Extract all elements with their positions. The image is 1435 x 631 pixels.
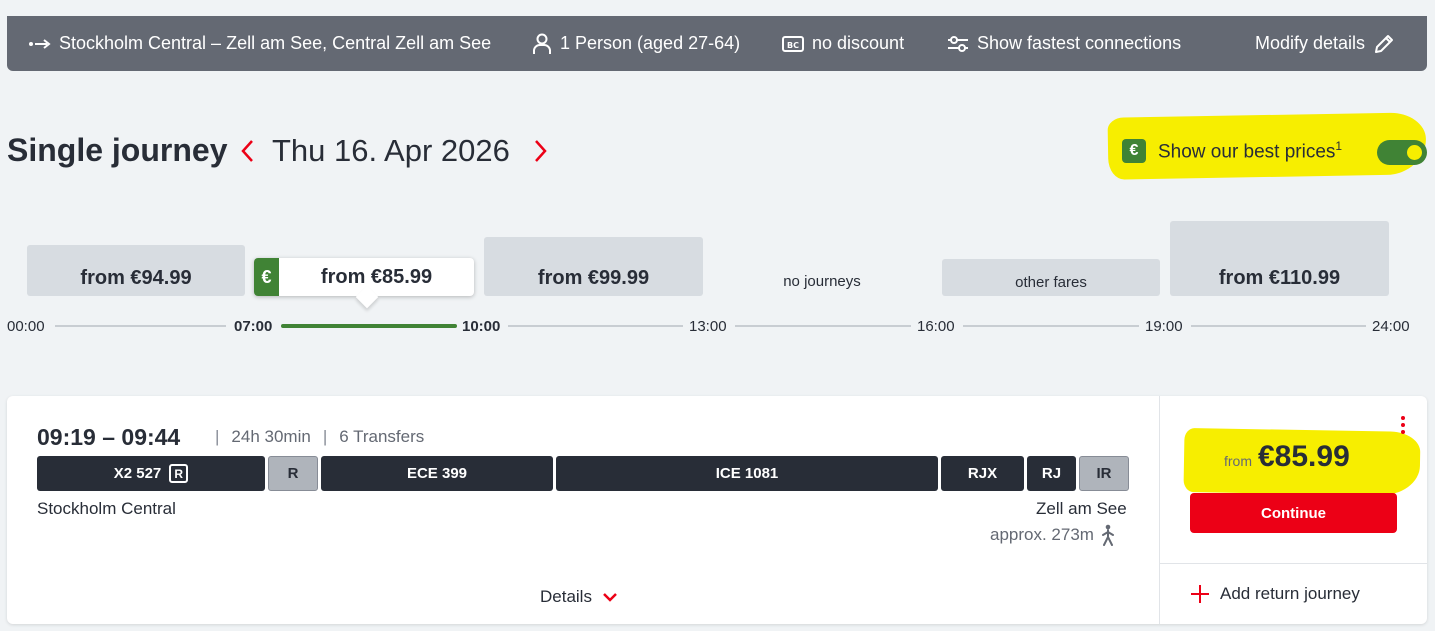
best-prices-toggle[interactable] <box>1377 140 1427 165</box>
best-prices-label-group: € Show our best prices1 <box>1122 139 1343 164</box>
axis-tick: 10:00 <box>462 318 501 335</box>
svg-text:BC: BC <box>787 41 799 50</box>
selected-pointer <box>355 285 379 309</box>
transfers: 6 Transfers <box>339 427 425 446</box>
axis-tick: 13:00 <box>689 318 727 335</box>
fare-slot-16-19[interactable]: other fares <box>942 259 1160 296</box>
price-from-label: from <box>1224 453 1252 469</box>
train-segment[interactable]: IR <box>1079 456 1129 491</box>
next-day-button[interactable] <box>532 136 550 166</box>
axis-line <box>508 325 683 327</box>
selected-date[interactable]: Thu 16. Apr 2026 <box>272 133 510 169</box>
duration: 24h 30min <box>231 427 311 446</box>
axis-tick: 24:00 <box>1372 318 1410 335</box>
fare-slot-13-16: no journeys <box>783 273 861 290</box>
euro-icon: € <box>254 258 279 296</box>
continue-button[interactable]: Continue <box>1190 493 1397 533</box>
fare-slot-07-10-selected[interactable]: € from €85.99 <box>254 258 474 309</box>
connection-price: from €85.99 <box>1224 440 1350 474</box>
filter-sliders-icon <box>948 35 968 52</box>
destination-station: Zell am See <box>1036 499 1127 518</box>
fare-slot-10-13[interactable]: from €99.99 <box>484 237 703 296</box>
page-title: Single journey <box>7 132 228 168</box>
train-segment[interactable]: X2 527 R <box>37 456 265 491</box>
walking-distance: approx. 273m <box>990 524 1116 546</box>
train-segment[interactable]: RJX <box>941 456 1024 491</box>
discount-summary: BC no discount <box>782 16 904 71</box>
walking-person-icon <box>1101 524 1114 546</box>
plus-icon <box>1191 585 1209 603</box>
axis-line <box>735 325 911 327</box>
details-label: Details <box>540 587 592 606</box>
single-journey-arrow-icon <box>29 38 51 49</box>
selected-time-range <box>281 324 457 328</box>
toggle-knob <box>1405 143 1424 162</box>
pencil-icon <box>1375 34 1394 53</box>
train-segment[interactable]: R <box>268 456 318 491</box>
reservation-badge: R <box>169 464 189 483</box>
best-prices-label: Show our best prices1 <box>1158 139 1343 163</box>
train-segment[interactable]: ICE 1081 <box>556 456 938 491</box>
passenger-text: 1 Person (aged 27-64) <box>560 33 741 53</box>
filter-text: Show fastest connections <box>977 33 1182 53</box>
chevron-left-icon <box>241 140 253 162</box>
route-summary: Stockholm Central – Zell am See, Central… <box>29 16 491 71</box>
fare-slot-00-07[interactable]: from €94.99 <box>27 245 245 296</box>
more-options-icon[interactable] <box>1397 414 1409 436</box>
fastest-connections-filter[interactable]: Show fastest connections <box>947 16 1181 71</box>
price-value: €85.99 <box>1258 440 1350 473</box>
axis-tick: 19:00 <box>1145 318 1183 335</box>
divider <box>1160 563 1427 564</box>
origin-station: Stockholm Central <box>37 499 176 518</box>
axis-line <box>1191 325 1366 327</box>
add-return-label: Add return journey <box>1220 584 1360 603</box>
departure-arrival-times: 09:19 – 09:44 <box>37 424 181 450</box>
euro-icon: € <box>1122 139 1146 164</box>
axis-line <box>55 325 226 327</box>
axis-line <box>963 325 1139 327</box>
discount-text: no discount <box>812 33 905 53</box>
divider <box>1159 396 1160 624</box>
fare-slot-price: from €85.99 <box>320 265 433 288</box>
route-text: Stockholm Central – Zell am See, Central… <box>59 33 492 53</box>
modify-details-label: Modify details <box>1255 33 1366 53</box>
add-return-journey-button[interactable]: Add return journey <box>1190 584 1360 604</box>
axis-tick: 00:00 <box>7 318 45 335</box>
train-segment[interactable]: ECE 399 <box>321 456 553 491</box>
person-icon <box>533 33 551 54</box>
axis-tick: 16:00 <box>917 318 955 335</box>
connection-meta: | 24h 30min | 6 Transfers <box>215 427 425 446</box>
chevron-right-icon <box>535 140 547 162</box>
details-toggle[interactable]: Details <box>540 587 618 607</box>
axis-tick: 07:00 <box>234 318 273 335</box>
train-segment[interactable]: RJ <box>1027 456 1076 491</box>
passenger-summary: 1 Person (aged 27-64) <box>532 16 740 71</box>
bahncard-icon: BC <box>782 35 804 52</box>
journey-summary-bar: Stockholm Central – Zell am See, Central… <box>7 16 1427 71</box>
chevron-down-icon <box>603 593 617 602</box>
previous-day-button[interactable] <box>238 136 256 166</box>
modify-details-button[interactable]: Modify details <box>1255 16 1395 71</box>
fare-slot-19-24[interactable]: from €110.99 <box>1170 221 1389 296</box>
